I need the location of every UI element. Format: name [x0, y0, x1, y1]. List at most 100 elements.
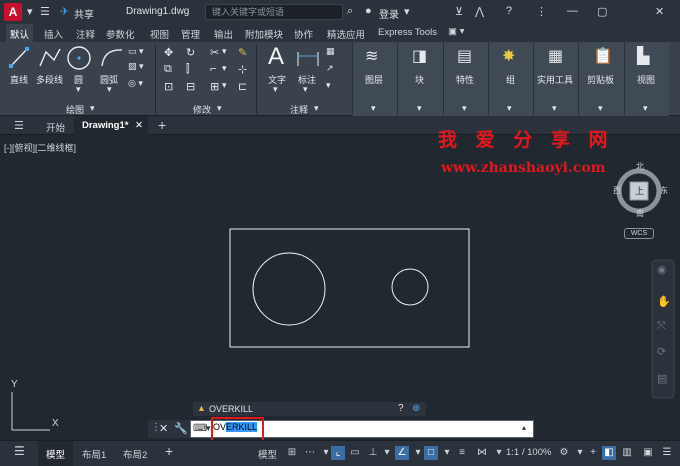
- fillet-icon[interactable]: ⌐: [210, 63, 216, 75]
- clean-screen-icon[interactable]: ▣: [641, 446, 655, 460]
- search-web-icon[interactable]: ⊕: [412, 403, 420, 414]
- mirror-icon[interactable]: ⫿: [186, 63, 190, 76]
- tab-express-tools[interactable]: Express Tools: [378, 27, 437, 38]
- layout1-tab[interactable]: 布局1: [82, 447, 106, 461]
- panel-view[interactable]: ▙ 视图 ▾: [624, 42, 669, 116]
- panel-block[interactable]: ◨ 块 ▾: [397, 42, 443, 116]
- viewcube-north[interactable]: 北: [636, 161, 644, 172]
- search-icon[interactable]: ⌕: [347, 5, 353, 18]
- array-icon[interactable]: ⊞: [210, 80, 219, 93]
- tab-addins[interactable]: 附加模块: [245, 27, 283, 41]
- chevron-down-icon[interactable]: ▾: [76, 84, 81, 95]
- polyline-icon[interactable]: [38, 46, 62, 68]
- chevron-down-icon[interactable]: ▾: [380, 446, 394, 460]
- full-navigation-wheel-icon[interactable]: ◉: [657, 263, 667, 276]
- chevron-down-icon[interactable]: ▾: [222, 46, 227, 57]
- ribbon-toggle-icon[interactable]: ▣ ▾: [448, 26, 464, 37]
- tab-annotate[interactable]: 注释: [76, 27, 95, 41]
- tab-featured-apps[interactable]: 精选应用: [327, 27, 365, 41]
- plus-icon[interactable]: +: [586, 446, 600, 460]
- chevron-down-icon[interactable]: ▾: [326, 80, 331, 91]
- hardware-acceleration-icon[interactable]: ▥: [620, 446, 634, 460]
- close-icon[interactable]: ✕: [135, 120, 143, 131]
- infer-constraints-icon[interactable]: ⌞: [331, 446, 345, 460]
- add-layout-icon[interactable]: +: [165, 443, 173, 459]
- layout2-tab[interactable]: 布局2: [123, 447, 147, 461]
- panel-clipboard[interactable]: 📋 剪贴板 ▾: [578, 42, 624, 116]
- viewcube-west[interactable]: 西: [613, 185, 621, 196]
- chevron-down-icon[interactable]: ▾: [492, 446, 506, 460]
- leader-icon[interactable]: ↗: [326, 63, 334, 74]
- offset-icon[interactable]: ⊏: [238, 80, 247, 93]
- login-button[interactable]: 登录: [379, 6, 399, 21]
- boundary-icon[interactable]: ◎ ▾: [128, 78, 143, 89]
- chevron-down-icon[interactable]: ▾: [303, 84, 308, 95]
- dynamic-input-icon[interactable]: ▭: [348, 446, 362, 460]
- polyline-button[interactable]: 多段线: [36, 73, 63, 86]
- annotation-scale-icon[interactable]: ⋈: [475, 446, 489, 460]
- share-icon[interactable]: ✈: [60, 5, 69, 18]
- annotation-scale-value[interactable]: 1:1 / 100%: [506, 447, 551, 458]
- isolate-objects-icon[interactable]: ◧: [602, 446, 616, 460]
- customize-icon[interactable]: 🔧: [174, 422, 188, 435]
- chevron-down-icon[interactable]: ▾: [314, 103, 319, 114]
- panel-groups[interactable]: ✸ 组 ▾: [488, 42, 533, 116]
- help-icon[interactable]: ?: [398, 403, 404, 414]
- maximize-icon[interactable]: ▢: [597, 5, 607, 18]
- drawing-tab[interactable]: Drawing1* ✕: [74, 116, 148, 135]
- arc-icon[interactable]: [100, 46, 124, 68]
- menu-icon[interactable]: ☰: [14, 444, 25, 458]
- menu-icon[interactable]: ☰: [40, 5, 50, 18]
- hatch-icon[interactable]: ▨ ▾: [128, 61, 144, 72]
- model-space-button[interactable]: 模型: [258, 447, 277, 461]
- help-icon[interactable]: ?: [506, 5, 512, 17]
- menu-icon[interactable]: ☰: [14, 119, 24, 132]
- erase-icon[interactable]: ✎: [238, 46, 247, 59]
- close-icon[interactable]: ✕: [159, 422, 168, 435]
- viewcube-top[interactable]: 上: [635, 184, 644, 197]
- viewcube-east[interactable]: 东: [660, 185, 668, 196]
- stretch-icon[interactable]: ⊡: [164, 80, 173, 93]
- scale-icon[interactable]: ⊟: [186, 80, 195, 93]
- circle-icon[interactable]: [66, 45, 92, 71]
- dimension-icon[interactable]: [296, 48, 320, 68]
- showmotion-icon[interactable]: ▤: [657, 372, 667, 385]
- pan-icon[interactable]: ✋: [657, 295, 671, 308]
- tab-default[interactable]: 默认: [6, 24, 34, 42]
- chevron-down-icon[interactable]: ▾: [27, 5, 33, 18]
- wcs-menu[interactable]: WCS: [624, 228, 654, 239]
- expand-icon[interactable]: ⋮: [536, 5, 547, 18]
- connect-icon[interactable]: ⋀: [475, 5, 484, 18]
- line-icon[interactable]: [9, 46, 29, 68]
- tab-view[interactable]: 视图: [150, 27, 169, 41]
- rotate-icon[interactable]: ↻: [186, 46, 195, 59]
- chevron-down-icon[interactable]: ▾: [573, 446, 587, 460]
- move-icon[interactable]: ✥: [164, 46, 173, 59]
- zoom-extents-icon[interactable]: ⤧: [657, 320, 666, 333]
- rectangle-icon[interactable]: ▭ ▾: [128, 46, 144, 57]
- polar-tracking-icon[interactable]: ∠: [395, 446, 409, 460]
- start-tab[interactable]: 开始: [46, 120, 65, 134]
- chevron-down-icon[interactable]: ▾: [411, 446, 425, 460]
- model-tab[interactable]: 模型: [38, 441, 74, 466]
- explode-icon[interactable]: ⊹: [238, 63, 247, 76]
- chevron-down-icon[interactable]: ▾: [217, 103, 222, 114]
- snap-icon[interactable]: ⋯: [303, 446, 317, 460]
- panel-layers[interactable]: ≋ 图层 ▾: [352, 42, 397, 116]
- chevron-down-icon[interactable]: ▾: [222, 63, 227, 74]
- minimize-icon[interactable]: —: [567, 5, 578, 17]
- panel-properties[interactable]: ▤ 特性 ▾: [443, 42, 488, 116]
- new-tab-icon[interactable]: +: [158, 117, 166, 133]
- modify-group-label[interactable]: 修改: [193, 103, 211, 116]
- line-button[interactable]: 直线: [10, 73, 28, 86]
- chevron-down-icon[interactable]: ▾: [222, 80, 227, 91]
- orbit-icon[interactable]: ⟳: [657, 345, 666, 358]
- chevron-down-icon[interactable]: ▾: [206, 423, 211, 434]
- chevron-down-icon[interactable]: ▾: [404, 5, 410, 18]
- trim-icon[interactable]: ✂: [210, 46, 219, 59]
- share-button[interactable]: 共享: [74, 6, 94, 21]
- ortho-icon[interactable]: ⊥: [366, 446, 380, 460]
- chevron-down-icon[interactable]: ▾: [107, 84, 112, 95]
- user-icon[interactable]: ●: [365, 5, 372, 17]
- panel-utilities[interactable]: ▦ 实用工具 ▾: [533, 42, 578, 116]
